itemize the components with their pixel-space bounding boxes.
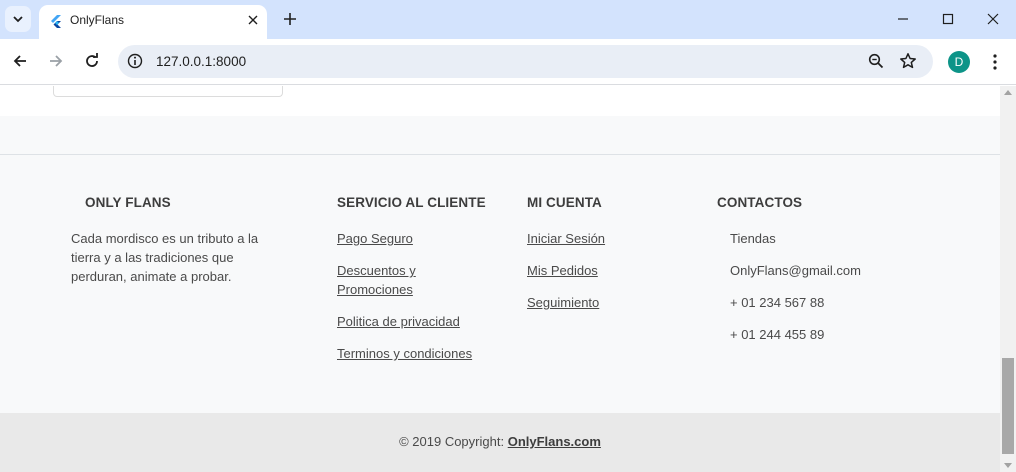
zoom-icon — [868, 53, 884, 69]
copyright-text: © 2019 Copyright: OnlyFlans.com — [399, 434, 601, 449]
tab-strip: OnlyFlans — [0, 0, 1016, 39]
tab-search-button[interactable] — [5, 6, 31, 32]
bookmark-button[interactable] — [896, 49, 920, 73]
zoom-button[interactable] — [864, 49, 888, 73]
scroll-thumb[interactable] — [1002, 358, 1014, 454]
maximize-icon — [942, 13, 954, 25]
copyright-bar: © 2019 Copyright: OnlyFlans.com — [0, 413, 1000, 472]
star-icon — [900, 53, 916, 69]
copyright-link[interactable]: OnlyFlans.com — [508, 434, 601, 449]
site-footer: ONLY FLANS Cada mordisco es un tributo a… — [0, 116, 1000, 413]
window-close-button[interactable] — [970, 0, 1016, 38]
reload-icon — [86, 53, 98, 67]
back-arrow-icon — [13, 55, 26, 67]
link-pago-seguro[interactable]: Pago Seguro — [337, 229, 413, 248]
site-info-button[interactable] — [123, 49, 147, 73]
address-bar[interactable]: 127.0.0.1:8000 — [118, 45, 933, 78]
tab-search-icon — [13, 16, 23, 23]
forward-arrow-icon — [50, 55, 63, 67]
card-bottom-edge — [53, 86, 283, 97]
profile-avatar[interactable]: D — [948, 51, 970, 73]
browser-menu-button[interactable] — [983, 49, 1007, 75]
active-tab[interactable]: OnlyFlans — [39, 5, 267, 39]
site-info-icon — [127, 53, 143, 69]
kebab-menu-icon — [993, 54, 997, 70]
contact-phone-1: + 01 234 567 88 — [730, 295, 825, 310]
forward-button[interactable] — [42, 47, 70, 75]
page-scrollbar[interactable] — [1000, 86, 1016, 472]
brand-description: Cada mordisco es un tributo a la tierra … — [71, 231, 259, 284]
plus-icon — [284, 13, 296, 25]
tab-title: OnlyFlans — [70, 13, 125, 27]
link-seguimiento[interactable]: Seguimiento — [527, 293, 599, 312]
page-viewport: ONLY FLANS Cada mordisco es un tributo a… — [0, 86, 1000, 472]
close-icon — [987, 13, 999, 25]
contact-tiendas: Tiendas — [730, 231, 776, 246]
scroll-down-arrow[interactable] — [1004, 463, 1012, 468]
tab-close-button[interactable] — [245, 12, 261, 28]
link-privacidad[interactable]: Politica de privacidad — [337, 312, 460, 331]
link-iniciar-sesion[interactable]: Iniciar Sesión — [527, 229, 605, 248]
service-title: SERVICIO AL CLIENTE — [337, 195, 486, 210]
url-text: 127.0.0.1:8000 — [156, 54, 247, 69]
new-tab-button[interactable] — [278, 7, 302, 31]
back-button[interactable] — [6, 47, 34, 75]
minimize-button[interactable] — [880, 0, 926, 38]
browser-toolbar: 127.0.0.1:8000 D — [0, 39, 1016, 85]
maximize-button[interactable] — [925, 0, 971, 38]
link-mis-pedidos[interactable]: Mis Pedidos — [527, 261, 598, 280]
contact-phone-2: + 01 244 455 89 — [730, 327, 825, 342]
account-title: MI CUENTA — [527, 195, 602, 210]
scroll-up-arrow[interactable] — [1004, 90, 1012, 95]
footer-divider — [0, 154, 1000, 155]
link-promociones[interactable]: Promociones — [337, 280, 413, 299]
contacts-title: CONTACTOS — [717, 195, 803, 210]
close-icon — [248, 15, 258, 25]
link-terminos[interactable]: Terminos y condiciones — [337, 344, 472, 363]
minimize-icon — [898, 18, 908, 20]
link-descuentos[interactable]: Descuentos y — [337, 261, 416, 280]
brand-title: ONLY FLANS — [85, 195, 171, 210]
reload-button[interactable] — [78, 47, 106, 75]
flutter-logo-icon — [51, 15, 61, 28]
contact-email: OnlyFlans@gmail.com — [730, 263, 861, 278]
